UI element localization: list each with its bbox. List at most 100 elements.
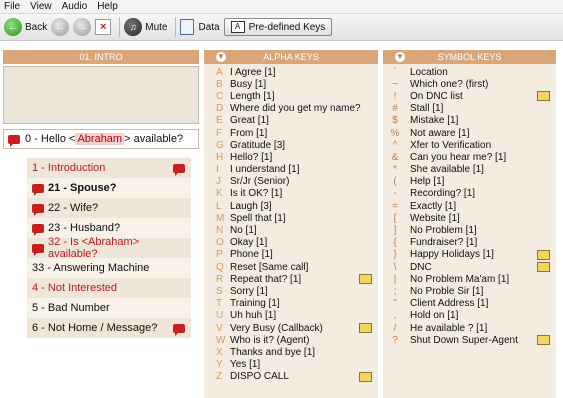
back-button[interactable]: ← Back — [4, 16, 47, 38]
script-item[interactable]: 22 - Wife? — [27, 198, 191, 218]
key-item[interactable]: N No [1] — [216, 224, 376, 236]
key-item[interactable]: # Stall [1] — [388, 103, 554, 115]
key-item[interactable]: G Gratitude [3] — [216, 139, 376, 151]
key-item[interactable]: V Very Busy (Callback) — [216, 322, 376, 334]
key-item[interactable]: P Phone [1] — [216, 249, 376, 261]
key-item[interactable]: T Training [1] — [216, 298, 376, 310]
script-label: 6 - Not Home / Message? — [32, 322, 158, 334]
key-item[interactable]: ; No Proble Sir [1] — [388, 285, 554, 297]
greeting-script[interactable]: 0 - Hello < Abraham > available? — [3, 129, 199, 149]
forward-button[interactable]: → — [73, 16, 92, 38]
key-label: Sorry [1] — [230, 285, 268, 297]
transfer-icon[interactable] — [359, 323, 372, 334]
menu-help[interactable]: Help — [97, 1, 118, 12]
key-item[interactable]: & Can you hear me? [1] — [388, 151, 554, 163]
key-item[interactable]: Z DISPO CALL — [216, 371, 376, 383]
key-item[interactable]: ` Location — [388, 66, 554, 78]
key-item[interactable]: R Repeat that? [1] — [216, 273, 376, 285]
key-item[interactable]: {Fundraiser? [1] — [388, 237, 554, 249]
key-letter: H — [216, 151, 224, 163]
key-label: Not aware [1] — [410, 127, 470, 139]
key-item[interactable]: ~ Which one? (first) — [388, 78, 554, 90]
key-item[interactable]: \ DNC — [388, 261, 554, 273]
script-item[interactable]: 21 - Spouse? — [27, 178, 191, 198]
key-item[interactable]: F From [1] — [216, 127, 376, 139]
script-item[interactable]: 1 - Introduction — [27, 158, 191, 178]
key-item[interactable]: S Sorry [1] — [216, 285, 376, 297]
key-letter: X — [216, 346, 223, 358]
transfer-icon[interactable] — [537, 335, 550, 346]
toolbar-divider — [175, 17, 177, 37]
key-item[interactable]: K Is it OK? [1] — [216, 188, 376, 200]
key-item[interactable]: M Spell that [1] — [216, 212, 376, 224]
transfer-icon[interactable] — [537, 249, 550, 260]
key-label: Laugh [3] — [230, 200, 272, 212]
previous-button[interactable]: ← — [51, 16, 70, 38]
key-item[interactable]: X Thanks and bye [1] — [216, 346, 376, 358]
key-label: No Problem [1] — [410, 225, 477, 237]
menu-audio[interactable]: Audio — [62, 1, 88, 12]
transfer-icon[interactable] — [537, 91, 550, 102]
script-item[interactable]: 23 - Husband? — [27, 218, 191, 238]
script-item[interactable]: 32 - Is <Abraham> available? — [27, 236, 191, 260]
key-item[interactable]: ^ Xfer to Verification — [388, 139, 554, 151]
key-item[interactable]: C Length [1] — [216, 90, 376, 102]
key-item[interactable]: - Recording? [1] — [388, 188, 554, 200]
key-item[interactable]: ? Shut Down Super-Agent — [388, 334, 554, 346]
key-item[interactable]: I I understand [1] — [216, 164, 376, 176]
script-item[interactable]: 6 - Not Home / Message? — [27, 318, 191, 338]
script-item[interactable]: 5 - Bad Number — [27, 298, 191, 318]
close-button[interactable]: × — [95, 16, 112, 38]
transfer-icon[interactable] — [537, 262, 550, 273]
key-item[interactable]: / He available ? [1] — [388, 322, 554, 334]
notes-area[interactable] — [3, 66, 199, 124]
data-button[interactable]: Data — [180, 16, 220, 38]
key-item[interactable]: % Not aware [1] — [388, 127, 554, 139]
key-item[interactable]: O Okay [1] — [216, 237, 376, 249]
key-label: Gratitude [3] — [230, 139, 286, 151]
key-item[interactable]: ! On DNC list — [388, 90, 554, 102]
menu-file[interactable]: File — [4, 1, 20, 12]
script-item[interactable]: 33 - Answering Machine — [27, 258, 191, 278]
key-item[interactable]: E Great [1] — [216, 115, 376, 127]
key-label: Spell that [1] — [230, 212, 286, 224]
key-item[interactable]: , Hold on [1] — [388, 310, 554, 322]
key-item[interactable]: Q Reset [Same call] — [216, 261, 376, 273]
key-item[interactable]: | No Problem Ma'am [1] — [388, 273, 554, 285]
key-label: Repeat that? [1] — [230, 273, 302, 285]
key-label: No Problem Ma'am [1] — [410, 273, 510, 285]
collapse-chevron-icon[interactable]: ▼ — [395, 52, 405, 62]
key-item[interactable]: L Laugh [3] — [216, 200, 376, 212]
key-letter: C — [216, 90, 224, 102]
key-item[interactable]: [Website [1] — [388, 212, 554, 224]
key-item[interactable]: U Uh huh [1] — [216, 310, 376, 322]
key-item[interactable]: * She available [1] — [388, 164, 554, 176]
data-label: Data — [198, 21, 220, 33]
predefined-keys-button[interactable]: A Pre-defined Keys — [223, 18, 333, 36]
key-item[interactable]: B Busy [1] — [216, 78, 376, 90]
key-label: Mistake [1] — [410, 115, 459, 127]
mute-button[interactable]: ♫ Mute — [124, 16, 167, 38]
key-item[interactable]: A I Agree [1] — [216, 66, 376, 78]
key-item[interactable]: " Client Address [1] — [388, 298, 554, 310]
key-item[interactable]: $ Mistake [1] — [388, 115, 554, 127]
key-label: DNC — [410, 261, 432, 273]
key-item[interactable]: J Sr/Jr (Senior) — [216, 176, 376, 188]
key-letter: I — [216, 164, 219, 176]
key-label: Xfer to Verification — [410, 139, 492, 151]
transfer-icon[interactable] — [359, 371, 372, 382]
key-letter: D — [216, 103, 224, 115]
key-item[interactable]: Y Yes [1] — [216, 359, 376, 371]
menu-view[interactable]: View — [30, 1, 52, 12]
key-item[interactable]: (Help [1] — [388, 176, 554, 188]
key-item[interactable]: = Exactly [1] — [388, 200, 554, 212]
key-item[interactable]: } Happy Holidays [1] — [388, 249, 554, 261]
key-label: Who is it? (Agent) — [230, 334, 310, 346]
key-item[interactable]: D Where did you get my name? — [216, 103, 376, 115]
transfer-icon[interactable] — [359, 274, 372, 285]
key-item[interactable]: ] No Problem [1] — [388, 224, 554, 236]
script-item[interactable]: 4 - Not Interested — [27, 278, 191, 298]
key-item[interactable]: H Hello? [1] — [216, 151, 376, 163]
collapse-chevron-icon[interactable]: ▼ — [216, 52, 226, 62]
key-item[interactable]: W Who is it? (Agent) — [216, 334, 376, 346]
